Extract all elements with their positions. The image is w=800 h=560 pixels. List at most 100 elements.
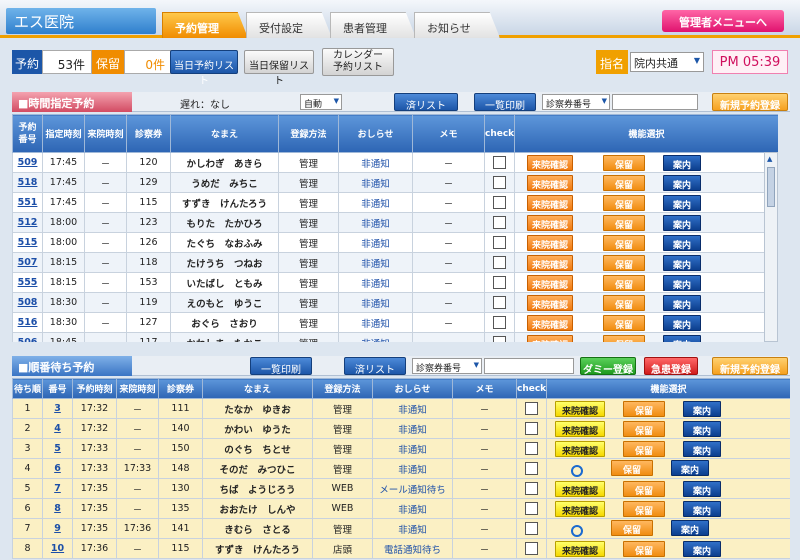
arrival-confirm-button[interactable]: 来院確認 <box>527 334 573 342</box>
hold-button[interactable]: 保留 <box>603 294 645 311</box>
today-reserve-list-button[interactable]: 当日予約リスト <box>170 50 238 87</box>
check-checkbox[interactable] <box>493 156 506 169</box>
guide-button[interactable]: 案内 <box>663 334 701 342</box>
check-checkbox[interactable] <box>493 276 506 289</box>
check-checkbox[interactable] <box>525 502 538 515</box>
check-checkbox[interactable] <box>525 422 538 435</box>
arrival-confirm-button[interactable]: 来院確認 <box>555 540 605 557</box>
hold-button[interactable]: 保留 <box>603 234 645 251</box>
guide-button[interactable]: 案内 <box>663 294 701 311</box>
timed-reservation-scrollbar[interactable]: ▲ <box>764 152 778 342</box>
calendar-reserve-list-button[interactable]: カレンダー 予約リスト <box>322 48 394 76</box>
check-checkbox[interactable] <box>493 316 506 329</box>
new-reservation-button[interactable]: 新規予約登録 <box>712 93 788 112</box>
queue-number-text[interactable]: 5 <box>54 443 61 454</box>
guide-button[interactable]: 案内 <box>671 520 709 537</box>
hold-button[interactable]: 保留 <box>623 400 665 417</box>
tab-patient-management[interactable]: 患者管理 <box>330 12 416 38</box>
guide-button[interactable]: 案内 <box>671 460 709 477</box>
admin-menu-button[interactable]: 管理者メニューへ <box>662 10 784 32</box>
check-checkbox[interactable] <box>493 176 506 189</box>
check-checkbox[interactable] <box>493 256 506 269</box>
check-checkbox[interactable] <box>525 402 538 415</box>
guide-button[interactable]: 案内 <box>683 440 721 457</box>
ticket-number-input[interactable] <box>612 94 698 110</box>
guide-button[interactable]: 案内 <box>663 234 701 251</box>
ticket-number-input[interactable] <box>484 358 574 374</box>
tab-reception-settings[interactable]: 受付設定 <box>246 12 332 38</box>
arrival-confirm-button[interactable]: 来院確認 <box>527 174 573 191</box>
new-reservation-button[interactable]: 新規予約登録 <box>712 357 788 376</box>
check-checkbox[interactable] <box>525 442 538 455</box>
arrival-confirm-button[interactable]: 来院確認 <box>527 154 573 171</box>
check-checkbox[interactable] <box>525 482 538 495</box>
queue-number-text[interactable]: 6 <box>54 463 61 474</box>
check-checkbox[interactable] <box>493 196 506 209</box>
arrival-confirm-button[interactable]: 来院確認 <box>527 294 573 311</box>
reserve-number-text[interactable]: 508 <box>18 297 38 308</box>
hold-button[interactable]: 保留 <box>603 214 645 231</box>
hold-button[interactable]: 保留 <box>603 274 645 291</box>
hold-button[interactable]: 保留 <box>603 154 645 171</box>
check-checkbox[interactable] <box>525 462 538 475</box>
queue-number-text[interactable]: 3 <box>54 403 61 414</box>
hold-button[interactable]: 保留 <box>603 254 645 271</box>
designate-select[interactable]: 院内共通 ▼ <box>630 52 704 72</box>
hold-button[interactable]: 保留 <box>611 460 653 477</box>
guide-button[interactable]: 案内 <box>683 400 721 417</box>
arrival-confirm-button[interactable]: 来院確認 <box>527 314 573 331</box>
reserve-number-text[interactable]: 518 <box>18 177 38 188</box>
done-list-button[interactable]: 済リスト <box>344 357 406 376</box>
guide-button[interactable]: 案内 <box>663 174 701 191</box>
arrival-confirm-button[interactable]: 来院確認 <box>555 400 605 417</box>
reserve-number-text[interactable]: 515 <box>18 237 38 248</box>
reserve-number-text[interactable]: 506 <box>18 337 38 342</box>
guide-button[interactable]: 案内 <box>683 500 721 517</box>
check-checkbox[interactable] <box>493 336 506 342</box>
guide-button[interactable]: 案内 <box>663 194 701 211</box>
hold-button[interactable]: 保留 <box>623 500 665 517</box>
hold-button[interactable]: 保留 <box>603 334 645 342</box>
arrival-confirm-button[interactable]: 来院確認 <box>527 254 573 271</box>
guide-button[interactable]: 案内 <box>663 154 701 171</box>
reserve-number-text[interactable]: 507 <box>18 257 38 268</box>
guide-button[interactable]: 案内 <box>663 214 701 231</box>
arrival-confirm-button[interactable]: 来院確認 <box>527 194 573 211</box>
dummy-register-button[interactable]: ダミー登録 <box>580 357 636 376</box>
check-checkbox[interactable] <box>493 216 506 229</box>
done-list-button[interactable]: 済リスト <box>394 93 458 112</box>
hold-button[interactable]: 保留 <box>611 520 653 537</box>
reserve-number-text[interactable]: 509 <box>18 157 38 168</box>
print-all-button[interactable]: 一覧印刷 <box>250 357 312 376</box>
hold-button[interactable]: 保留 <box>623 440 665 457</box>
today-hold-list-button[interactable]: 当日保留リスト <box>244 50 314 87</box>
hold-button[interactable]: 保留 <box>603 174 645 191</box>
mode-select[interactable]: 自動 ▼ <box>300 94 342 110</box>
guide-button[interactable]: 案内 <box>683 540 721 557</box>
hold-button[interactable]: 保留 <box>623 540 665 557</box>
guide-button[interactable]: 案内 <box>663 254 701 271</box>
queue-number-text[interactable]: 9 <box>54 523 61 534</box>
hold-button[interactable]: 保留 <box>603 314 645 331</box>
arrival-confirm-button[interactable]: 来院確認 <box>555 500 605 517</box>
queue-number-text[interactable]: 8 <box>54 503 61 514</box>
arrival-confirm-button[interactable]: 来院確認 <box>555 440 605 457</box>
print-all-button[interactable]: 一覧印刷 <box>474 93 536 112</box>
reserve-number-text[interactable]: 551 <box>18 197 38 208</box>
hold-button[interactable]: 保留 <box>623 420 665 437</box>
reserve-number-text[interactable]: 555 <box>18 277 38 288</box>
ticket-number-select[interactable]: 診察券番号 ▼ <box>542 94 610 110</box>
arrival-confirm-button[interactable]: 来院確認 <box>527 274 573 291</box>
scrollbar-thumb[interactable] <box>767 167 775 207</box>
queue-number-text[interactable]: 7 <box>54 483 61 494</box>
queue-number-text[interactable]: 10 <box>51 543 64 554</box>
hold-button[interactable]: 保留 <box>623 480 665 497</box>
check-checkbox[interactable] <box>493 296 506 309</box>
check-checkbox[interactable] <box>525 522 538 535</box>
hold-button[interactable]: 保留 <box>603 194 645 211</box>
check-checkbox[interactable] <box>493 236 506 249</box>
arrival-confirm-button[interactable]: 来院確認 <box>527 234 573 251</box>
queue-number-text[interactable]: 4 <box>54 423 61 434</box>
arrival-confirm-button[interactable]: 来院確認 <box>527 214 573 231</box>
tab-notices[interactable]: お知らせ <box>414 12 500 38</box>
